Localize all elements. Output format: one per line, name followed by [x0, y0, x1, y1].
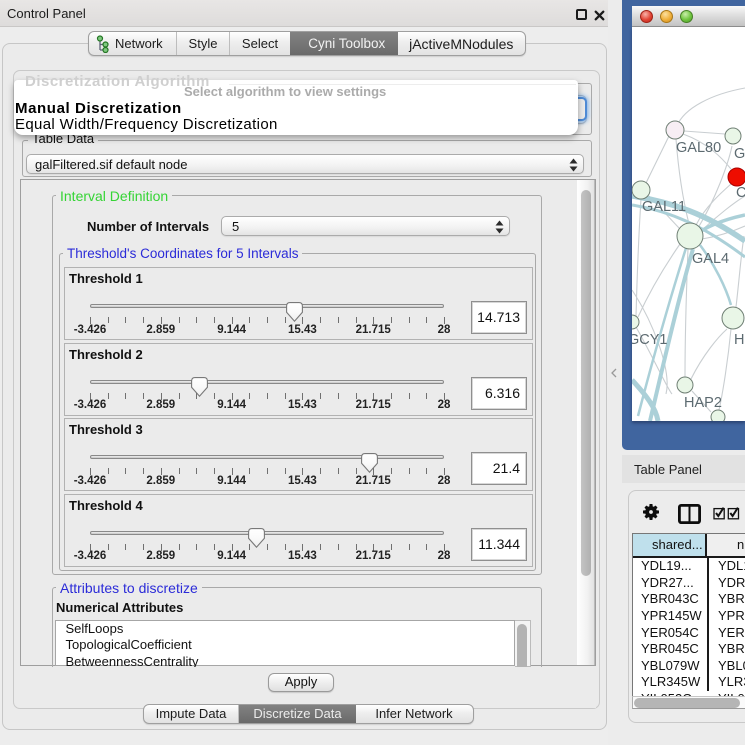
svg-text:H: H: [734, 332, 744, 348]
svg-text:GA: GA: [734, 146, 745, 162]
svg-text:HAP2: HAP2: [684, 395, 722, 411]
svg-text:GAL80: GAL80: [676, 140, 721, 156]
svg-text:GCY1: GCY1: [632, 332, 668, 348]
svg-text:GAL4: GAL4: [692, 251, 729, 267]
svg-text:C: C: [736, 185, 745, 201]
svg-text:GAL11: GAL11: [642, 199, 686, 215]
